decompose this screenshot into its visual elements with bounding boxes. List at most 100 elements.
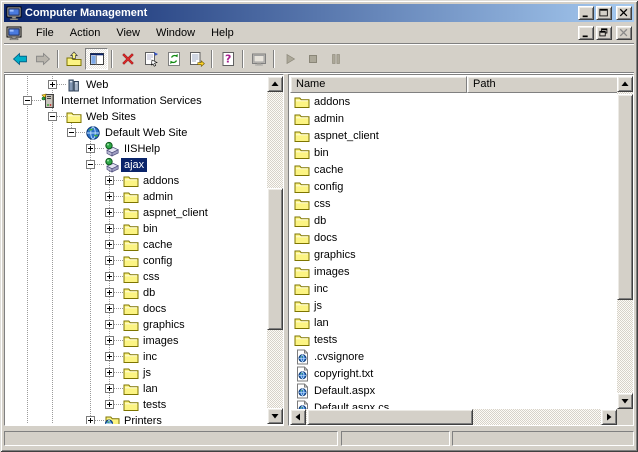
- expand-toggle[interactable]: [105, 192, 114, 201]
- expand-toggle[interactable]: [86, 144, 95, 153]
- tree-node-css[interactable]: css: [6, 269, 267, 285]
- toolbar-show-hide-console-tree-button[interactable]: [85, 48, 108, 70]
- toolbar-forward-button[interactable]: [31, 48, 54, 70]
- toolbar-up-one-level-button[interactable]: [62, 48, 85, 70]
- expand-toggle[interactable]: [105, 288, 114, 297]
- list-item-addons[interactable]: addons: [290, 93, 617, 110]
- list-item-default-aspx[interactable]: Default.aspx: [290, 382, 617, 399]
- toolbar-pause-item-button[interactable]: [324, 48, 347, 70]
- list-item-images[interactable]: images: [290, 263, 617, 280]
- tree-scroll-down-button[interactable]: [267, 408, 283, 424]
- list-item-bin[interactable]: bin: [290, 144, 617, 161]
- collapse-toggle[interactable]: [23, 96, 32, 105]
- list-item-db[interactable]: db: [290, 212, 617, 229]
- list-scroll-left-button[interactable]: [290, 409, 306, 425]
- list-hscrollbar-thumb[interactable]: [307, 409, 473, 425]
- list-scroll-up-button[interactable]: [617, 76, 633, 92]
- menu-action[interactable]: Action: [62, 25, 109, 41]
- tree-node-aspnet-client[interactable]: aspnet_client: [6, 205, 267, 221]
- tree-node-js[interactable]: js: [6, 365, 267, 381]
- toolbar-console-window-button[interactable]: [247, 48, 270, 70]
- tree-node-config[interactable]: config: [6, 253, 267, 269]
- expand-toggle[interactable]: [105, 352, 114, 361]
- list-item-graphics[interactable]: graphics: [290, 246, 617, 263]
- toolbar-help-button[interactable]: ?: [216, 48, 239, 70]
- toolbar-delete-button[interactable]: [116, 48, 139, 70]
- menu-view[interactable]: View: [108, 25, 148, 41]
- list-item-docs[interactable]: docs: [290, 229, 617, 246]
- expand-toggle[interactable]: [105, 224, 114, 233]
- expand-toggle[interactable]: [86, 416, 95, 424]
- computer-management-app-icon[interactable]: [6, 5, 22, 21]
- column-header-name[interactable]: Name: [290, 76, 467, 93]
- list-item-aspnet-client[interactable]: aspnet_client: [290, 127, 617, 144]
- tree-scrollbar-thumb[interactable]: [267, 188, 283, 330]
- expand-toggle[interactable]: [105, 240, 114, 249]
- expand-toggle[interactable]: [105, 304, 114, 313]
- tree-node-lan[interactable]: lan: [6, 381, 267, 397]
- expand-toggle[interactable]: [105, 320, 114, 329]
- collapse-toggle[interactable]: [67, 128, 76, 137]
- tree-node-web-sites[interactable]: Web Sites: [6, 109, 267, 125]
- menu-file[interactable]: File: [28, 25, 62, 41]
- list-item-copyright-txt[interactable]: copyright.txt: [290, 365, 617, 382]
- menu-help[interactable]: Help: [203, 25, 242, 41]
- list-item-config[interactable]: config: [290, 178, 617, 195]
- toolbar-stop-item-button[interactable]: [301, 48, 324, 70]
- expand-toggle[interactable]: [105, 384, 114, 393]
- expand-toggle[interactable]: [105, 368, 114, 377]
- list-item-admin[interactable]: admin: [290, 110, 617, 127]
- expand-toggle[interactable]: [105, 256, 114, 265]
- tree-node-addons[interactable]: addons: [6, 173, 267, 189]
- list-item-cvsignore[interactable]: .cvsignore: [290, 348, 617, 365]
- menu-window[interactable]: Window: [148, 25, 203, 41]
- expand-toggle[interactable]: [105, 272, 114, 281]
- window-minimize-button[interactable]: [578, 6, 594, 20]
- toolbar-back-button[interactable]: [8, 48, 31, 70]
- collapse-toggle[interactable]: [48, 112, 57, 121]
- tree-node-cache[interactable]: cache: [6, 237, 267, 253]
- mdi-system-menu-icon[interactable]: [6, 25, 22, 41]
- toolbar-start-item-button[interactable]: [278, 48, 301, 70]
- tree-node-db[interactable]: db: [6, 285, 267, 301]
- column-header-path[interactable]: Path: [467, 76, 618, 93]
- tree-scroll-up-button[interactable]: [267, 76, 283, 92]
- mdi-close-disabled-button[interactable]: [616, 26, 632, 40]
- tree-node-tests[interactable]: tests: [6, 397, 267, 413]
- expand-toggle[interactable]: [105, 400, 114, 409]
- tree-node-printers[interactable]: Printers: [6, 413, 267, 424]
- collapse-toggle[interactable]: [86, 160, 95, 169]
- tree-node-default-web-site[interactable]: Default Web Site: [6, 125, 267, 141]
- expand-toggle[interactable]: [105, 208, 114, 217]
- tree-node-iishelp[interactable]: IISHelp: [6, 141, 267, 157]
- tree-node-graphics[interactable]: graphics: [6, 317, 267, 333]
- mdi-restore-button[interactable]: [596, 26, 612, 40]
- tree-node-web[interactable]: Web: [6, 77, 267, 93]
- tree-node-inc[interactable]: inc: [6, 349, 267, 365]
- list-scroll-right-button[interactable]: [601, 409, 617, 425]
- window-maximize-button[interactable]: [596, 6, 612, 20]
- toolbar-refresh-button[interactable]: [162, 48, 185, 70]
- toolbar-properties-button[interactable]: [139, 48, 162, 70]
- expand-toggle[interactable]: [105, 336, 114, 345]
- list-item-inc[interactable]: inc: [290, 280, 617, 297]
- list-item-default-aspx-cs[interactable]: Default.aspx.cs: [290, 399, 617, 409]
- list-vscrollbar-thumb[interactable]: [617, 94, 633, 300]
- tree-node-admin[interactable]: admin: [6, 189, 267, 205]
- list-item-lan[interactable]: lan: [290, 314, 617, 331]
- tree-node-bin[interactable]: bin: [6, 221, 267, 237]
- list-item-css[interactable]: css: [290, 195, 617, 212]
- expand-toggle[interactable]: [48, 80, 57, 89]
- toolbar-export-list-button[interactable]: [185, 48, 208, 70]
- expand-toggle[interactable]: [105, 176, 114, 185]
- mdi-minimize-button[interactable]: [578, 26, 594, 40]
- list-item-js[interactable]: js: [290, 297, 617, 314]
- list-item-cache[interactable]: cache: [290, 161, 617, 178]
- tree-node-docs[interactable]: docs: [6, 301, 267, 317]
- tree-node-images[interactable]: images: [6, 333, 267, 349]
- tree-node-ajax[interactable]: ajax: [6, 157, 267, 173]
- window-close-button[interactable]: [616, 6, 632, 20]
- list-item-tests[interactable]: tests: [290, 331, 617, 348]
- tree-node-internet-information-services[interactable]: Internet Information Services: [6, 93, 267, 109]
- list-scroll-down-button[interactable]: [617, 393, 633, 409]
